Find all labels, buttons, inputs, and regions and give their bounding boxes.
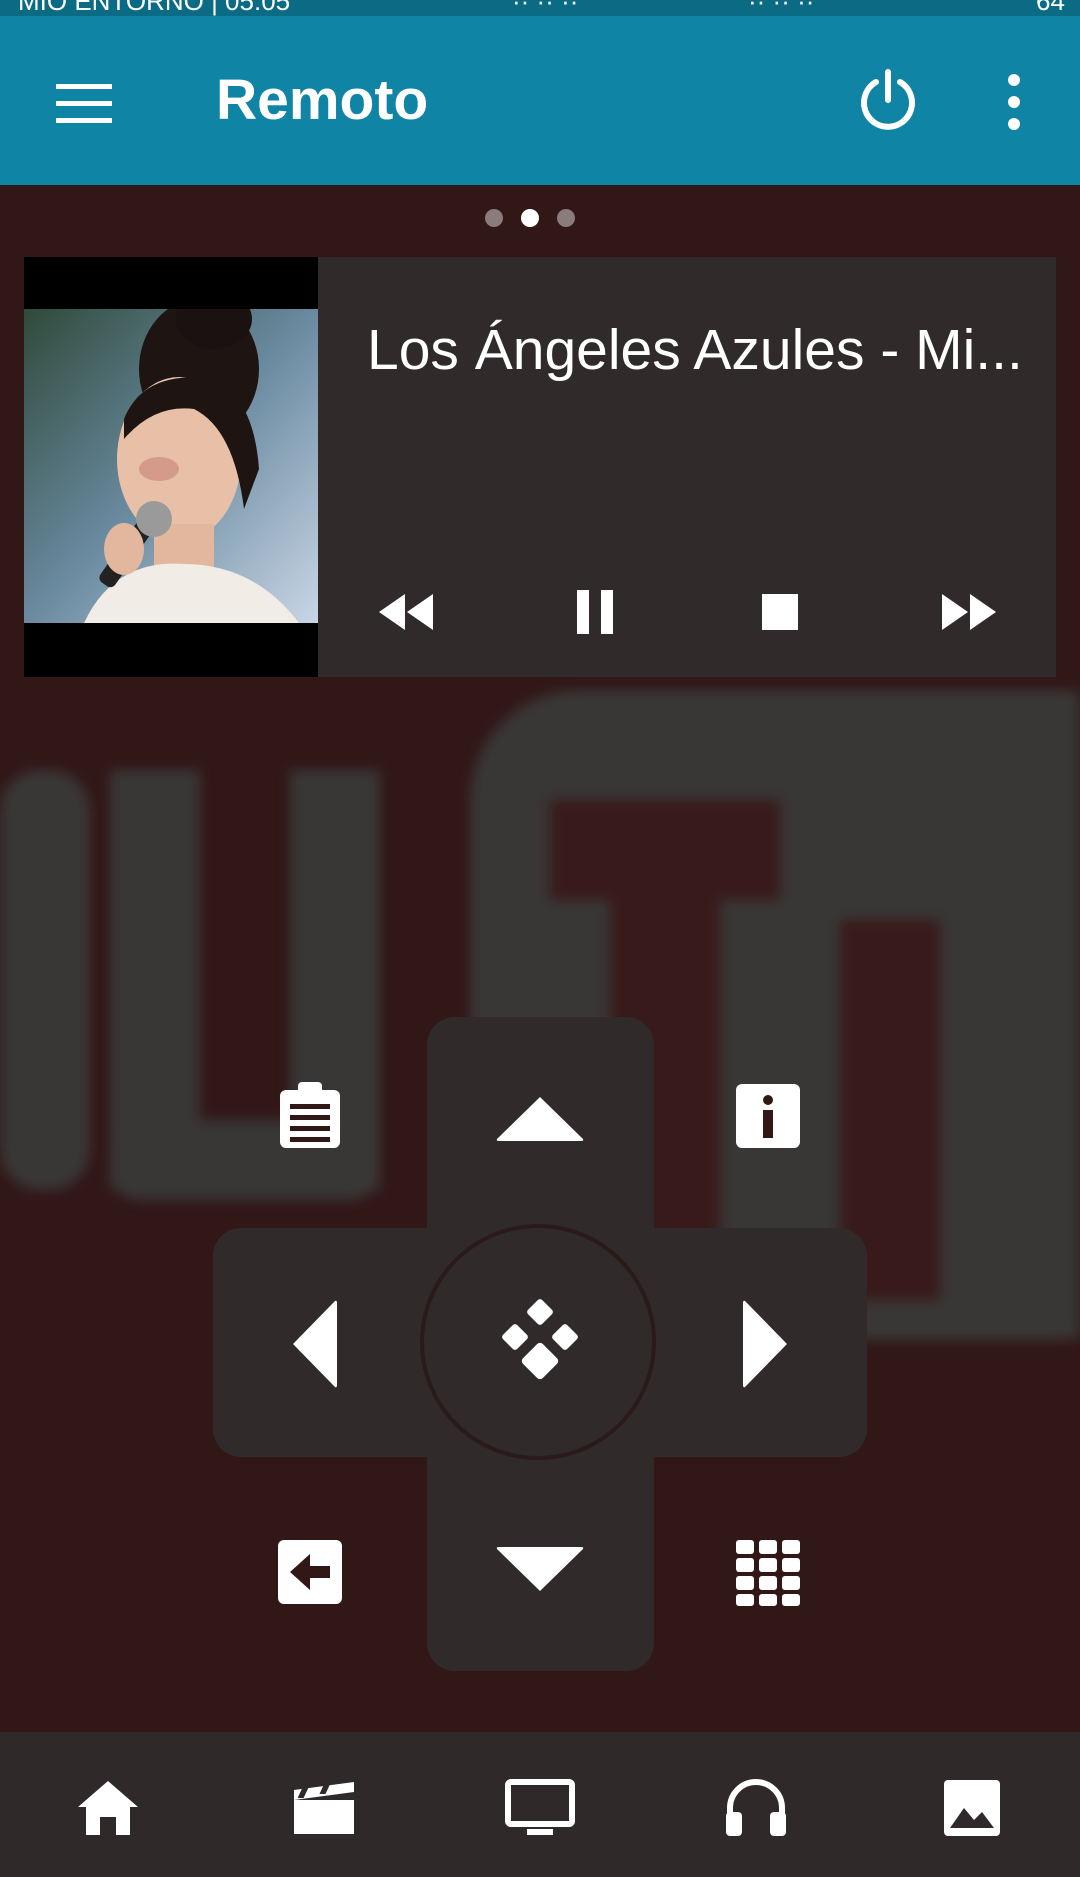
page-indicator <box>485 209 581 227</box>
number-pad-button[interactable] <box>728 1532 808 1612</box>
fast-forward-icon <box>942 594 996 630</box>
back-button[interactable] <box>270 1532 350 1612</box>
stop-icon <box>762 594 798 630</box>
arrow-right-icon <box>743 1300 787 1388</box>
app-bar: Remoto <box>0 16 1080 185</box>
clipboard-list-icon <box>280 1082 340 1148</box>
status-bar: MIO ENTORNO | 05:05 ·· ·· ·· ·· ·· ·· 64 <box>0 0 1080 16</box>
now-playing-thumbnail <box>24 257 318 677</box>
stop-button[interactable] <box>740 577 820 647</box>
arrow-down-icon <box>496 1547 584 1591</box>
power-button[interactable] <box>856 68 920 132</box>
page-dot-active[interactable] <box>521 209 539 227</box>
page-dot[interactable] <box>485 209 503 227</box>
rewind-button[interactable] <box>367 577 447 647</box>
dpad-right-button[interactable] <box>730 1296 800 1392</box>
nav-tv-button[interactable] <box>504 1772 576 1844</box>
kodi-logo-icon <box>502 1299 578 1380</box>
now-playing-panel: Los Ángeles Azules - Mi... <box>24 257 1056 677</box>
image-icon <box>944 1780 1000 1836</box>
pause-icon <box>577 590 613 634</box>
pause-button[interactable] <box>555 577 635 647</box>
fast-forward-button[interactable] <box>928 577 1008 647</box>
menu-button[interactable] <box>48 80 120 128</box>
dpad-up-button[interactable] <box>490 1084 590 1154</box>
clapperboard-icon <box>294 1782 354 1834</box>
status-carrier: MIO ENTORNO | 05:05 <box>18 0 291 16</box>
nav-pictures-button[interactable] <box>936 1772 1008 1844</box>
rewind-icon <box>379 594 433 630</box>
dpad-select-button[interactable] <box>494 1296 586 1388</box>
info-button[interactable] <box>728 1076 808 1156</box>
now-playing-title[interactable]: Los Ángeles Azules - Mi... <box>367 317 1047 383</box>
hamburger-menu-icon <box>56 84 112 123</box>
more-vertical-icon <box>1008 74 1020 130</box>
page-title: Remoto <box>216 68 429 132</box>
status-network: ·· ·· ·· <box>748 0 815 16</box>
bottom-navigation <box>0 1732 1080 1877</box>
power-icon <box>861 69 915 130</box>
grid-keypad-icon <box>736 1540 800 1606</box>
arrow-up-icon <box>496 1097 584 1141</box>
arrow-left-icon <box>293 1300 337 1388</box>
overflow-menu-button[interactable] <box>994 72 1034 132</box>
status-battery: 64 <box>1036 0 1065 16</box>
home-icon <box>78 1781 138 1835</box>
headphones-icon <box>726 1779 786 1836</box>
back-arrow-icon <box>278 1540 342 1604</box>
tv-icon <box>505 1779 575 1835</box>
nav-movies-button[interactable] <box>288 1772 360 1844</box>
status-center: ·· ·· ·· <box>512 0 579 16</box>
nav-music-button[interactable] <box>720 1772 792 1844</box>
dpad-left-button[interactable] <box>280 1296 350 1392</box>
context-menu-button[interactable] <box>270 1076 350 1156</box>
nav-home-button[interactable] <box>72 1772 144 1844</box>
page-dot[interactable] <box>557 209 575 227</box>
dpad-down-button[interactable] <box>490 1534 590 1604</box>
singer-thumbnail-image <box>24 309 318 623</box>
info-icon <box>736 1084 800 1148</box>
